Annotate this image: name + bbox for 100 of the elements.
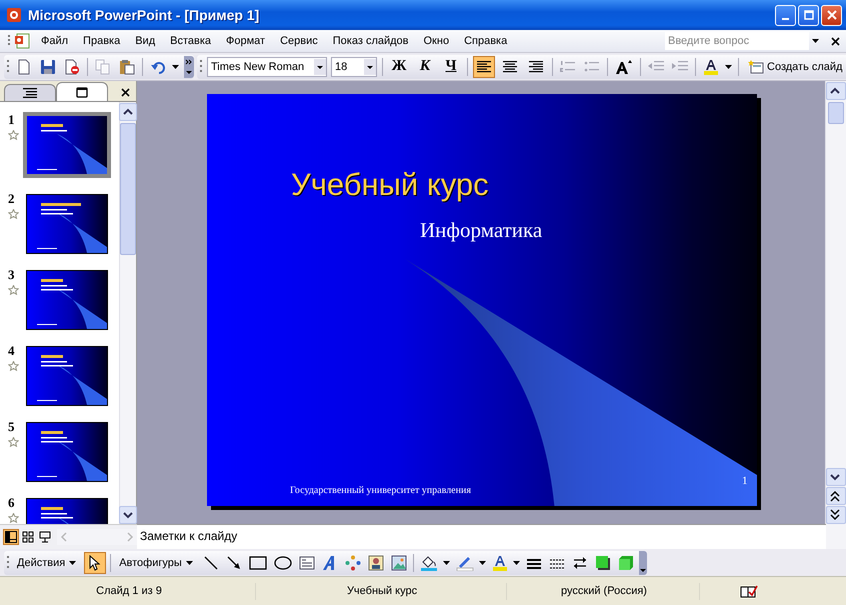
grip-icon bbox=[8, 34, 11, 48]
font-color-icon[interactable] bbox=[703, 58, 719, 74]
outline-icon bbox=[23, 88, 37, 98]
scrollbar-thumb[interactable] bbox=[828, 102, 844, 124]
maximize-button[interactable] bbox=[798, 4, 819, 26]
oval-icon[interactable] bbox=[274, 554, 292, 570]
increase-font-size-icon[interactable] bbox=[615, 58, 633, 74]
scroll-up-icon[interactable] bbox=[119, 103, 137, 121]
new-slide-icon bbox=[748, 60, 764, 74]
maximize-icon bbox=[804, 10, 814, 20]
new-document-icon[interactable] bbox=[16, 58, 32, 74]
shadow-style-icon[interactable] bbox=[594, 554, 611, 570]
underline-button[interactable]: Ч bbox=[440, 56, 462, 78]
slide-number: 1 bbox=[8, 112, 16, 128]
dropdown-arrow-icon[interactable] bbox=[512, 560, 521, 566]
scrollbar[interactable] bbox=[119, 102, 136, 524]
design-name-text: Учебный курс bbox=[258, 582, 507, 600]
slide-thumbnail[interactable] bbox=[26, 194, 108, 254]
slide-thumbnail[interactable] bbox=[26, 346, 108, 406]
slide-subtitle: Информатика bbox=[420, 218, 542, 243]
italic-button[interactable]: К bbox=[414, 56, 436, 78]
rectangle-icon[interactable] bbox=[248, 554, 267, 570]
menu-item[interactable]: Вид bbox=[129, 33, 162, 49]
new-slide-button[interactable]: Создать слайд bbox=[744, 56, 846, 76]
close-icon[interactable] bbox=[121, 88, 130, 97]
dropdown-arrow-icon[interactable] bbox=[478, 560, 487, 566]
menu-item[interactable]: Формат bbox=[220, 33, 272, 49]
scroll-up-icon[interactable] bbox=[826, 82, 846, 100]
picture-icon[interactable] bbox=[390, 554, 407, 570]
save-icon[interactable] bbox=[40, 58, 56, 74]
close-icon[interactable] bbox=[831, 36, 840, 46]
show-view-button[interactable] bbox=[37, 529, 53, 545]
pointer-icon bbox=[89, 554, 102, 570]
projector-screen-icon bbox=[39, 531, 51, 543]
arrow-icon[interactable] bbox=[226, 554, 242, 570]
next-slide-icon[interactable] bbox=[826, 506, 846, 524]
menu-item[interactable]: Сервис bbox=[274, 33, 324, 49]
paste-icon[interactable] bbox=[119, 58, 135, 74]
slide-icon bbox=[76, 86, 88, 98]
3d-style-icon[interactable] bbox=[618, 554, 634, 570]
actions-menu-button[interactable]: Действия bbox=[13, 554, 82, 572]
previous-slide-icon[interactable] bbox=[826, 487, 846, 505]
dropdown-arrow-icon bbox=[186, 560, 194, 566]
menu-item[interactable]: Окно bbox=[418, 33, 456, 49]
grip-icon bbox=[7, 554, 10, 570]
notes-field[interactable]: Заметки к слайду bbox=[137, 524, 826, 549]
arrow-style-icon[interactable] bbox=[572, 554, 588, 570]
scrollbar[interactable] bbox=[826, 524, 846, 549]
slide-number: 6 bbox=[8, 495, 16, 511]
menu-item[interactable]: Правка bbox=[77, 33, 126, 49]
star-icon bbox=[8, 437, 19, 447]
autoshapes-menu-button[interactable]: Автофигуры bbox=[115, 554, 198, 572]
clip-art-icon[interactable] bbox=[368, 554, 384, 570]
scrollbar[interactable] bbox=[825, 81, 846, 524]
minimize-button[interactable] bbox=[775, 4, 796, 26]
dropdown-arrow-icon[interactable] bbox=[812, 38, 820, 44]
select-objects-button[interactable] bbox=[84, 552, 106, 574]
spelling-check-icon bbox=[740, 584, 758, 598]
font-color-icon[interactable] bbox=[492, 554, 508, 570]
star-icon bbox=[8, 513, 19, 523]
line-color-icon[interactable] bbox=[456, 554, 474, 570]
menu-item[interactable]: Справка bbox=[458, 33, 514, 49]
diagram-icon[interactable] bbox=[344, 554, 361, 570]
align-left-button[interactable] bbox=[473, 56, 495, 78]
scroll-down-icon[interactable] bbox=[826, 468, 846, 486]
fill-color-icon[interactable] bbox=[420, 554, 438, 570]
permission-icon[interactable] bbox=[64, 58, 80, 74]
bold-button[interactable]: Ж bbox=[388, 56, 410, 78]
help-search-field[interactable]: Введите вопрос bbox=[665, 32, 809, 50]
dropdown-arrow-icon[interactable] bbox=[172, 64, 180, 70]
slide-thumbnail[interactable] bbox=[26, 422, 108, 482]
slide-number: 5 bbox=[8, 419, 16, 435]
menu-item[interactable]: Показ слайдов bbox=[326, 33, 414, 49]
scroll-down-icon[interactable] bbox=[119, 506, 137, 524]
slide-thumbnail[interactable] bbox=[26, 270, 108, 330]
toolbar-options-icon[interactable] bbox=[184, 56, 194, 78]
grip-icon bbox=[200, 58, 203, 74]
slides-tab[interactable] bbox=[56, 82, 108, 101]
normal-view-button[interactable] bbox=[3, 529, 19, 545]
outline-tab[interactable] bbox=[4, 84, 56, 101]
dropdown-arrow-icon[interactable] bbox=[442, 560, 451, 566]
slide-number: 4 bbox=[8, 343, 16, 359]
toolbar-options-icon[interactable] bbox=[638, 550, 647, 574]
menu-item[interactable]: Вставка bbox=[164, 33, 218, 49]
close-button[interactable] bbox=[821, 4, 842, 26]
font-dropdown[interactable]: Times New Roman bbox=[207, 56, 327, 76]
dropdown-arrow-icon[interactable] bbox=[725, 64, 733, 70]
sorter-view-button[interactable] bbox=[20, 529, 36, 545]
slide-count-text: Слайд 1 из 9 bbox=[3, 582, 256, 600]
slide-title: Учебный курс bbox=[291, 167, 489, 203]
menu-item[interactable]: Файл bbox=[35, 33, 74, 49]
slide-thumbnail[interactable] bbox=[23, 112, 111, 178]
scrollbar-thumb[interactable] bbox=[120, 123, 136, 255]
document-icon[interactable] bbox=[14, 33, 32, 49]
slide-number: 1 bbox=[742, 475, 748, 487]
minimize-icon bbox=[782, 18, 789, 20]
text-box-icon[interactable] bbox=[298, 554, 315, 570]
font-size-dropdown[interactable]: 18 bbox=[331, 56, 377, 76]
align-center-icon bbox=[503, 60, 517, 72]
line-icon[interactable] bbox=[202, 554, 219, 570]
